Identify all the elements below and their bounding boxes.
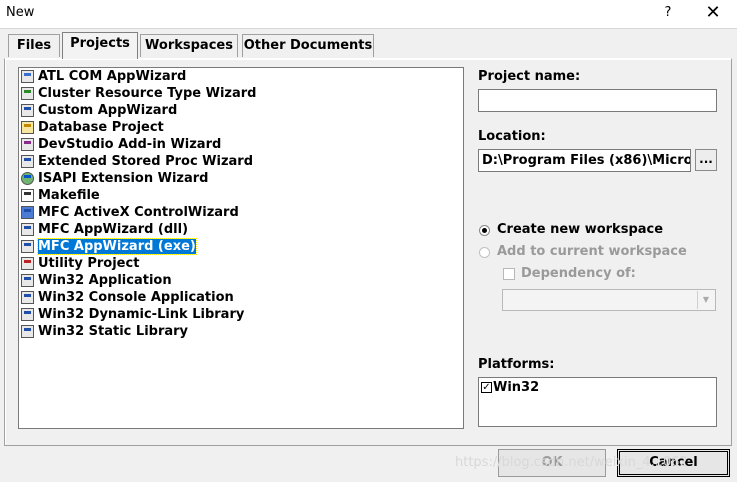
list-item[interactable]: MFC ActiveX ControlWizard: [19, 204, 463, 221]
makefile-project-icon: [21, 189, 34, 202]
list-item-label: Database Project: [38, 120, 164, 135]
list-item[interactable]: Extended Stored Proc Wizard: [19, 153, 463, 170]
list-item-label: ISAPI Extension Wizard: [38, 171, 209, 186]
list-item[interactable]: Win32 Static Library: [19, 323, 463, 340]
list-item[interactable]: Custom AppWizard: [19, 102, 463, 119]
cluster-project-icon: [21, 87, 34, 100]
utility-project-icon: [21, 257, 34, 270]
dependency-select[interactable]: ▼: [502, 289, 716, 311]
tab-other-documents[interactable]: Other Documents: [242, 34, 374, 57]
static-library-project-icon: [21, 325, 34, 338]
list-item-label: Makefile: [38, 188, 100, 203]
list-item-label: Win32 Console Application: [38, 290, 234, 305]
create-new-workspace-label: Create new workspace: [497, 222, 664, 237]
exe-project-icon: [21, 240, 34, 253]
tab-workspaces[interactable]: Workspaces: [140, 34, 238, 57]
project-name-label: Project name:: [478, 69, 581, 84]
database-project-icon: [21, 121, 34, 134]
wizard-project-icon: [21, 104, 34, 117]
activex-project-icon: [21, 206, 34, 219]
list-item[interactable]: Win32 Application: [19, 272, 463, 289]
chevron-down-icon: ▼: [697, 291, 714, 309]
list-item-label: DevStudio Add-in Wizard: [38, 137, 222, 152]
dll-project-icon: [21, 223, 34, 236]
list-item[interactable]: ATL COM AppWizard: [19, 68, 463, 85]
browse-button[interactable]: ...: [695, 149, 717, 171]
console-project-icon: [21, 291, 34, 304]
tab-projects[interactable]: Projects: [62, 32, 138, 59]
help-icon[interactable]: ?: [656, 2, 680, 24]
platforms-label: Platforms:: [478, 357, 555, 372]
location-label: Location:: [478, 129, 546, 144]
platforms-list[interactable]: ✓ Win32: [478, 377, 717, 427]
list-item-label: MFC AppWizard (exe): [37, 238, 197, 255]
list-item-label: Win32 Dynamic-Link Library: [38, 307, 245, 322]
add-current-workspace-label: Add to current workspace: [497, 244, 687, 259]
list-item[interactable]: MFC AppWizard (dll): [19, 221, 463, 238]
list-item-label: Utility Project: [38, 256, 140, 271]
list-item-label: MFC AppWizard (dll): [38, 222, 189, 237]
list-item[interactable]: Win32 Console Application: [19, 289, 463, 306]
list-item-label: ATL COM AppWizard: [38, 69, 187, 84]
dependency-checkbox[interactable]: [503, 268, 515, 280]
location-input[interactable]: D:\Program Files (x86)\Microsoft: [478, 149, 691, 172]
add-current-workspace-radio[interactable]: [479, 247, 490, 258]
addin-project-icon: [21, 138, 34, 151]
list-item[interactable]: ISAPI Extension Wizard: [19, 170, 463, 187]
atl-project-icon: [21, 70, 34, 83]
tab-files[interactable]: Files: [8, 34, 60, 57]
stored-proc-project-icon: [21, 155, 34, 168]
list-item-label: Win32 Application: [38, 273, 172, 288]
location-value: D:\Program Files (x86)\Microsoft: [482, 153, 691, 168]
create-new-workspace-radio[interactable]: [479, 225, 490, 236]
list-item-label: Win32 Static Library: [38, 324, 189, 339]
list-item-label: MFC ActiveX ControlWizard: [38, 205, 239, 220]
project-type-list[interactable]: ATL COM AppWizard Cluster Resource Type …: [18, 67, 464, 429]
dependency-label: Dependency of:: [521, 266, 636, 281]
win32-app-project-icon: [21, 274, 34, 287]
close-icon[interactable]: ✕: [700, 2, 726, 24]
list-item[interactable]: Database Project: [19, 119, 463, 136]
dll-library-project-icon: [21, 308, 34, 321]
list-item[interactable]: Cluster Resource Type Wizard: [19, 85, 463, 102]
platform-item-win32[interactable]: ✓ Win32: [481, 380, 539, 395]
cancel-button[interactable]: Cancel: [617, 449, 730, 477]
list-item[interactable]: Utility Project: [19, 255, 463, 272]
platform-item-label: Win32: [493, 380, 540, 395]
list-item[interactable]: DevStudio Add-in Wizard: [19, 136, 463, 153]
list-item[interactable]: Makefile: [19, 187, 463, 204]
list-item[interactable]: Win32 Dynamic-Link Library: [19, 306, 463, 323]
window-title: New: [6, 5, 35, 20]
title-bar: New ? ✕: [0, 0, 737, 29]
list-item-label: Cluster Resource Type Wizard: [38, 86, 257, 101]
checkbox-checked-icon[interactable]: ✓: [481, 382, 492, 393]
globe-project-icon: [21, 172, 34, 185]
list-item-label: Custom AppWizard: [38, 103, 178, 118]
ok-button[interactable]: OK: [498, 449, 606, 477]
list-item-label: Extended Stored Proc Wizard: [38, 154, 254, 169]
list-item-selected[interactable]: MFC AppWizard (exe): [19, 238, 463, 255]
project-name-input[interactable]: [478, 89, 717, 112]
